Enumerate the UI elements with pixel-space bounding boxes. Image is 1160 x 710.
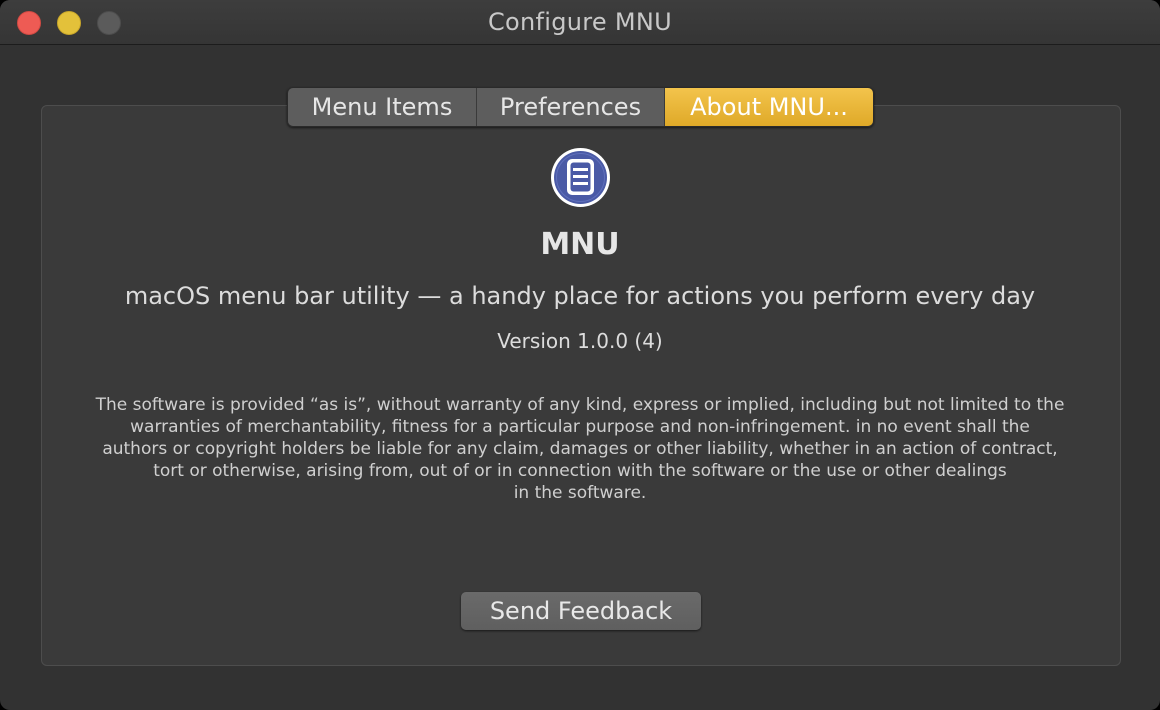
send-feedback-button[interactable]: Send Feedback bbox=[461, 592, 701, 630]
configure-window: Configure MNU Menu Items Preferences Abo… bbox=[0, 0, 1160, 710]
app-name: MNU bbox=[540, 227, 620, 262]
license-line: in the software. bbox=[513, 483, 647, 503]
tab-preferences[interactable]: Preferences bbox=[476, 88, 664, 126]
menu-list-icon bbox=[551, 148, 610, 207]
tab-menu-items[interactable]: Menu Items bbox=[288, 88, 476, 126]
tab-bar: Menu Items Preferences About MNU... bbox=[287, 87, 874, 127]
license-line: tort or otherwise, arising from, out of … bbox=[153, 461, 1007, 481]
license-line: authors or copyright holders be liable f… bbox=[102, 439, 1058, 459]
app-tagline: macOS menu bar utility — a handy place f… bbox=[124, 282, 1036, 310]
license-text: The software is provided “as is”, withou… bbox=[70, 394, 1090, 504]
license-line: warranties of merchantability, fitness f… bbox=[130, 417, 1030, 437]
license-line: The software is provided “as is”, withou… bbox=[95, 395, 1065, 415]
tab-about[interactable]: About MNU... bbox=[664, 88, 873, 126]
app-version: Version 1.0.0 (4) bbox=[497, 329, 663, 353]
title-bar[interactable]: Configure MNU bbox=[0, 0, 1160, 45]
window-title: Configure MNU bbox=[487, 8, 673, 36]
